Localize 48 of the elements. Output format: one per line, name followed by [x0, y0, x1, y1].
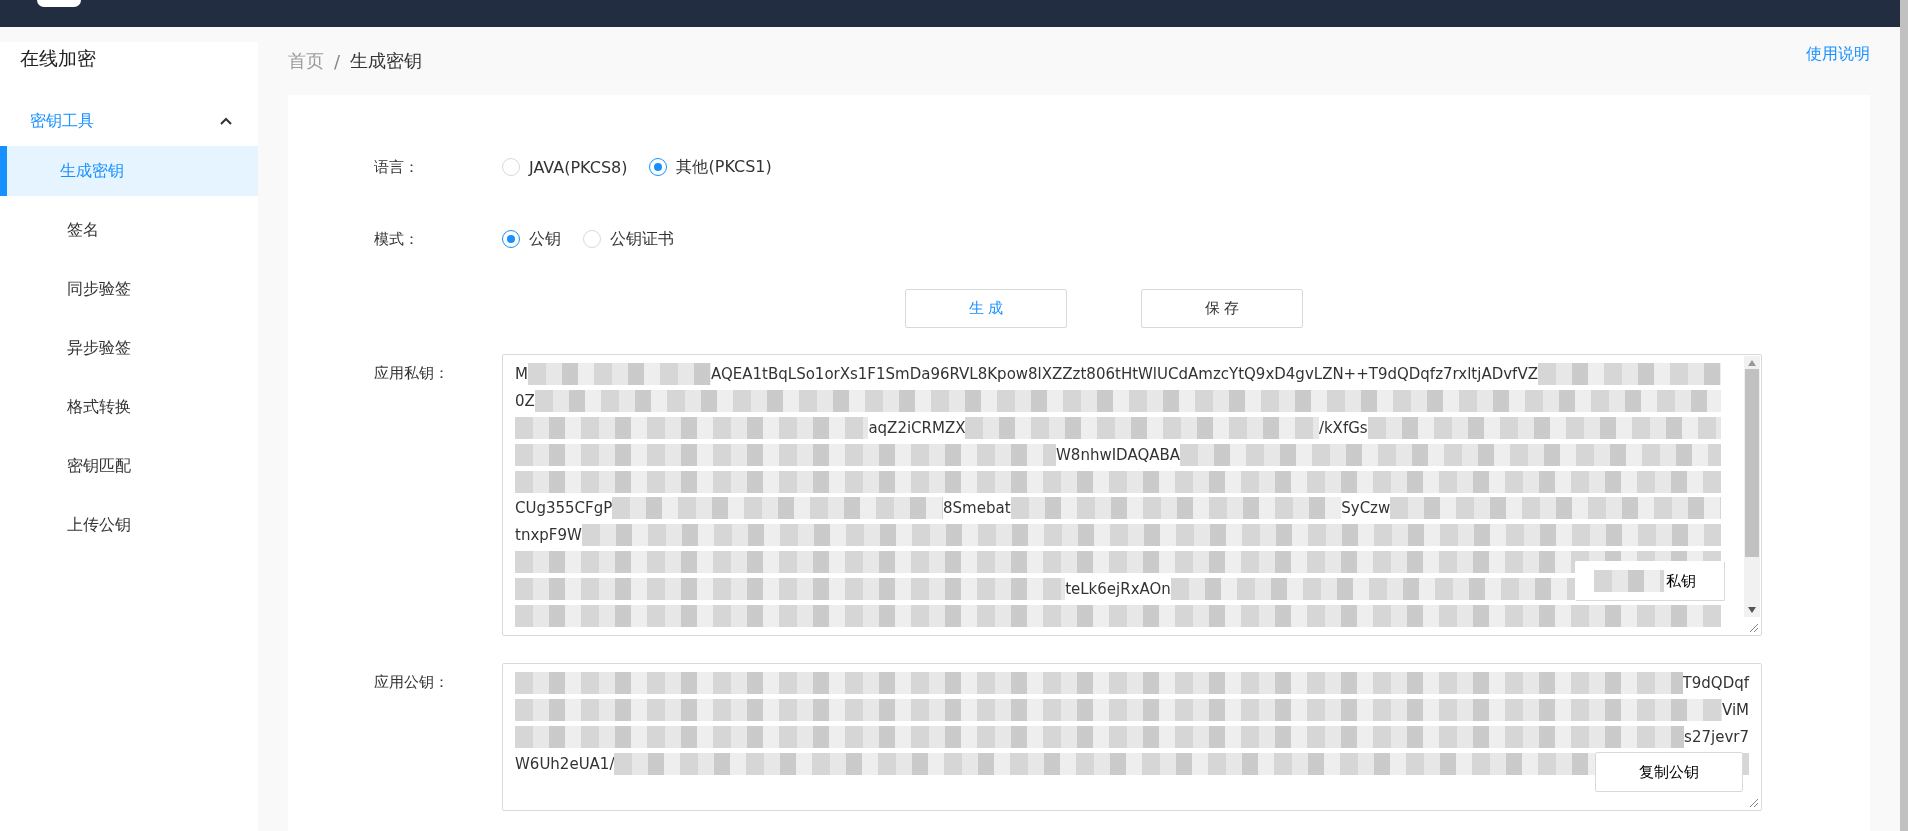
resize-grip-icon[interactable]	[1749, 623, 1759, 633]
scroll-up-icon[interactable]	[1748, 360, 1756, 366]
key-text: tnxpF9W	[515, 526, 582, 545]
menu-item[interactable]: 密钥匹配	[0, 441, 258, 491]
menu-item[interactable]: 格式转换	[0, 382, 258, 432]
key-text: CUg355CFgP	[515, 499, 613, 518]
key-text: s27jevr7	[1684, 728, 1749, 746]
key-text: aqZ2iCRMZX	[868, 419, 966, 437]
page-scrollbar[interactable]	[1900, 0, 1908, 831]
copy-button[interactable]: 私钥	[1575, 561, 1725, 601]
menu-item[interactable]: 上传公钥	[0, 500, 258, 550]
key-text: W6Uh2eUA1/	[515, 754, 615, 773]
resize-grip-icon[interactable]	[1749, 798, 1759, 808]
action-button[interactable]: 保 存	[1141, 289, 1303, 328]
radio-label: 其他(PKCS1)	[676, 156, 772, 178]
logo-icon	[37, 0, 81, 7]
key-text: T9dQDqf	[1682, 674, 1749, 693]
key-text: ViM	[1721, 701, 1749, 720]
radio-option[interactable]: 公钥	[502, 228, 561, 250]
radio-option[interactable]: JAVA(PKCS8)	[502, 157, 628, 177]
key-text: M	[515, 365, 528, 384]
radio-label: 公钥证书	[610, 228, 674, 250]
key-textarea[interactable]: T9dQDqf ViM s27jevr7 W6Uh2eUA1/ 复制公钥	[502, 663, 1762, 811]
radio-label: 公钥	[529, 228, 561, 250]
key-text: /kXfGs	[1318, 419, 1368, 437]
menu-item[interactable]: 异步验签	[0, 323, 258, 373]
key-text: teLk6ejRxAOn	[1065, 579, 1171, 598]
key-text: W8nhwIDAQABA	[1056, 445, 1180, 464]
copy-button[interactable]: 复制公钥	[1595, 752, 1743, 792]
breadcrumb-separator: /	[334, 50, 341, 72]
sidebar-title: 在线加密	[19, 46, 97, 71]
key-text: 0Z	[515, 392, 535, 411]
key-text: AQEA1tBqLSo1orXs1F1SmDa96RVL8Kpow8lXZZzt806tHtWlUCdAmzcYtQ9xD4gvLZN++T9dQDqfz7rxltjADvfVZ	[711, 365, 1538, 384]
field-label: 模式：	[374, 229, 420, 249]
key-text: SyCzw	[1341, 499, 1391, 518]
key-textarea[interactable]: M AQEA1tBqLSo1orXs1F1SmDa96RVL8Kpow8lXZZzt806tHtWlUCdAmzcYtQ9xD4gvLZN++T9dQDqfz7rxltjADvfVZ 0Z aqZ2iCRMZX /kXfGs W8nhwIDAQABA CUg355CFgP 8Smebat SyCzw tnxpF9W teLk6ejRxAOn 私钥	[502, 354, 1762, 636]
radio-label: JAVA(PKCS8)	[529, 157, 628, 177]
scroll-down-icon[interactable]	[1748, 607, 1756, 613]
scrollbar[interactable]	[1744, 356, 1760, 617]
radio-option[interactable]: 公钥证书	[583, 228, 674, 250]
key-text: 8Smebat	[943, 499, 1011, 518]
radio-option[interactable]: 其他(PKCS1)	[649, 156, 772, 178]
field-label: 应用私钥：	[374, 363, 450, 383]
menu-item[interactable]: 同步验签	[0, 264, 258, 314]
menu-item[interactable]: 签名	[0, 205, 258, 255]
breadcrumb-item: 生成密钥	[350, 49, 423, 73]
field-label: 应用公钥：	[374, 672, 450, 692]
field-label: 语言：	[374, 157, 420, 177]
